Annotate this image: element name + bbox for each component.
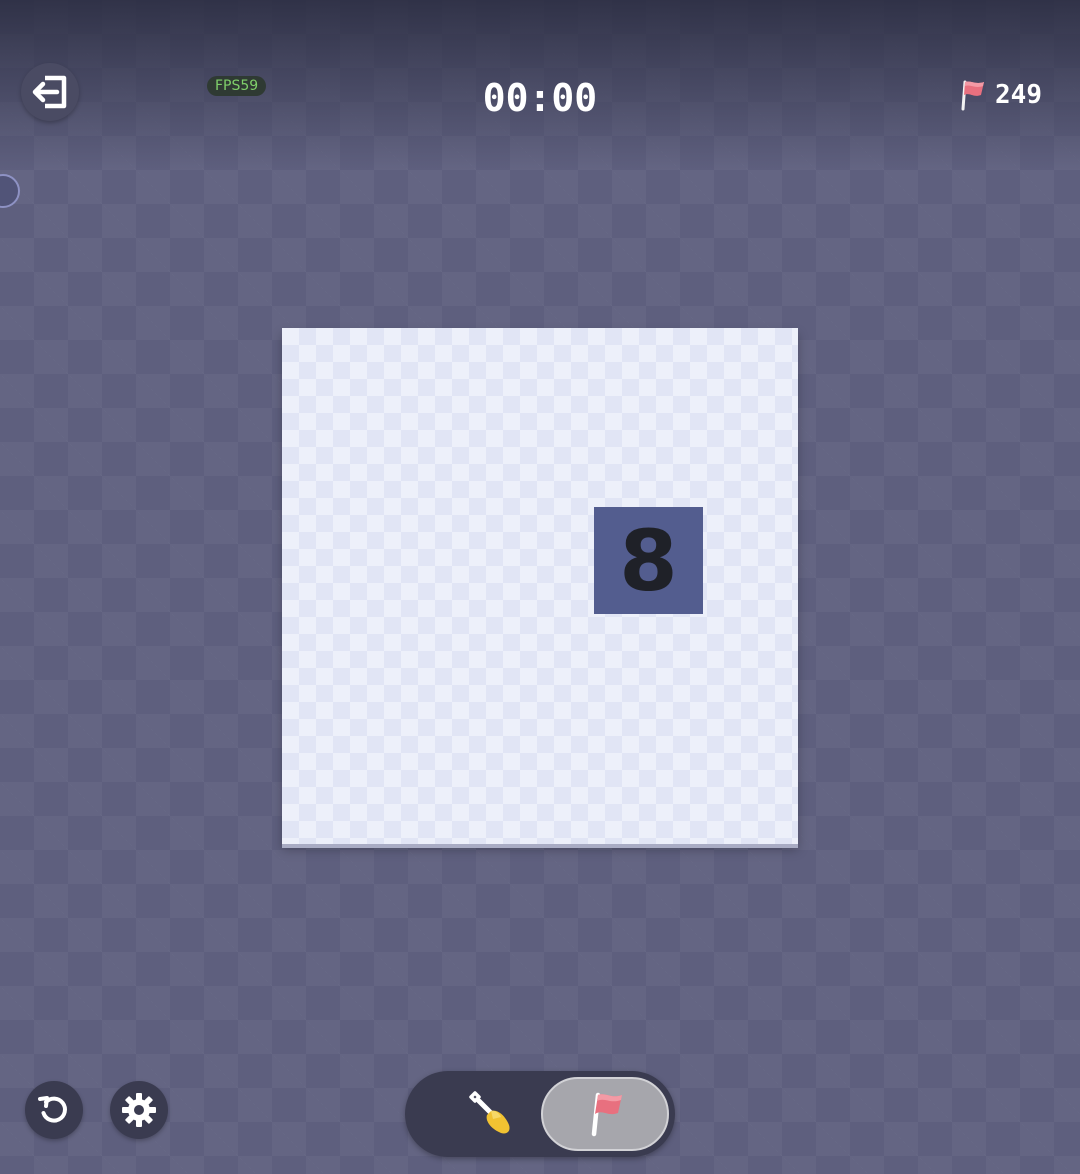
mode-toggle: [405, 1071, 675, 1157]
dig-mode-button[interactable]: [435, 1081, 545, 1147]
shovel-icon: [469, 1091, 510, 1134]
flag-mode-button[interactable]: [541, 1077, 669, 1151]
fps-counter: FPS59: [207, 76, 267, 96]
settings-button[interactable]: [110, 1081, 168, 1139]
gear-icon: [122, 1093, 156, 1127]
game-board[interactable]: 8: [282, 328, 798, 844]
flag-icon: [961, 80, 985, 111]
restart-icon: [38, 1096, 67, 1123]
flags-count: 249: [995, 80, 1042, 110]
game-timer: 00:00: [482, 76, 598, 120]
exit-icon: [32, 75, 67, 109]
side-menu-handle[interactable]: [0, 174, 20, 208]
exit-button[interactable]: [21, 63, 79, 121]
restart-button[interactable]: [25, 1081, 83, 1139]
cell-number: 8: [619, 511, 678, 610]
revealed-cell: 8: [594, 507, 703, 614]
flag-icon: [591, 1092, 622, 1137]
flags-remaining: 249: [959, 78, 1042, 112]
